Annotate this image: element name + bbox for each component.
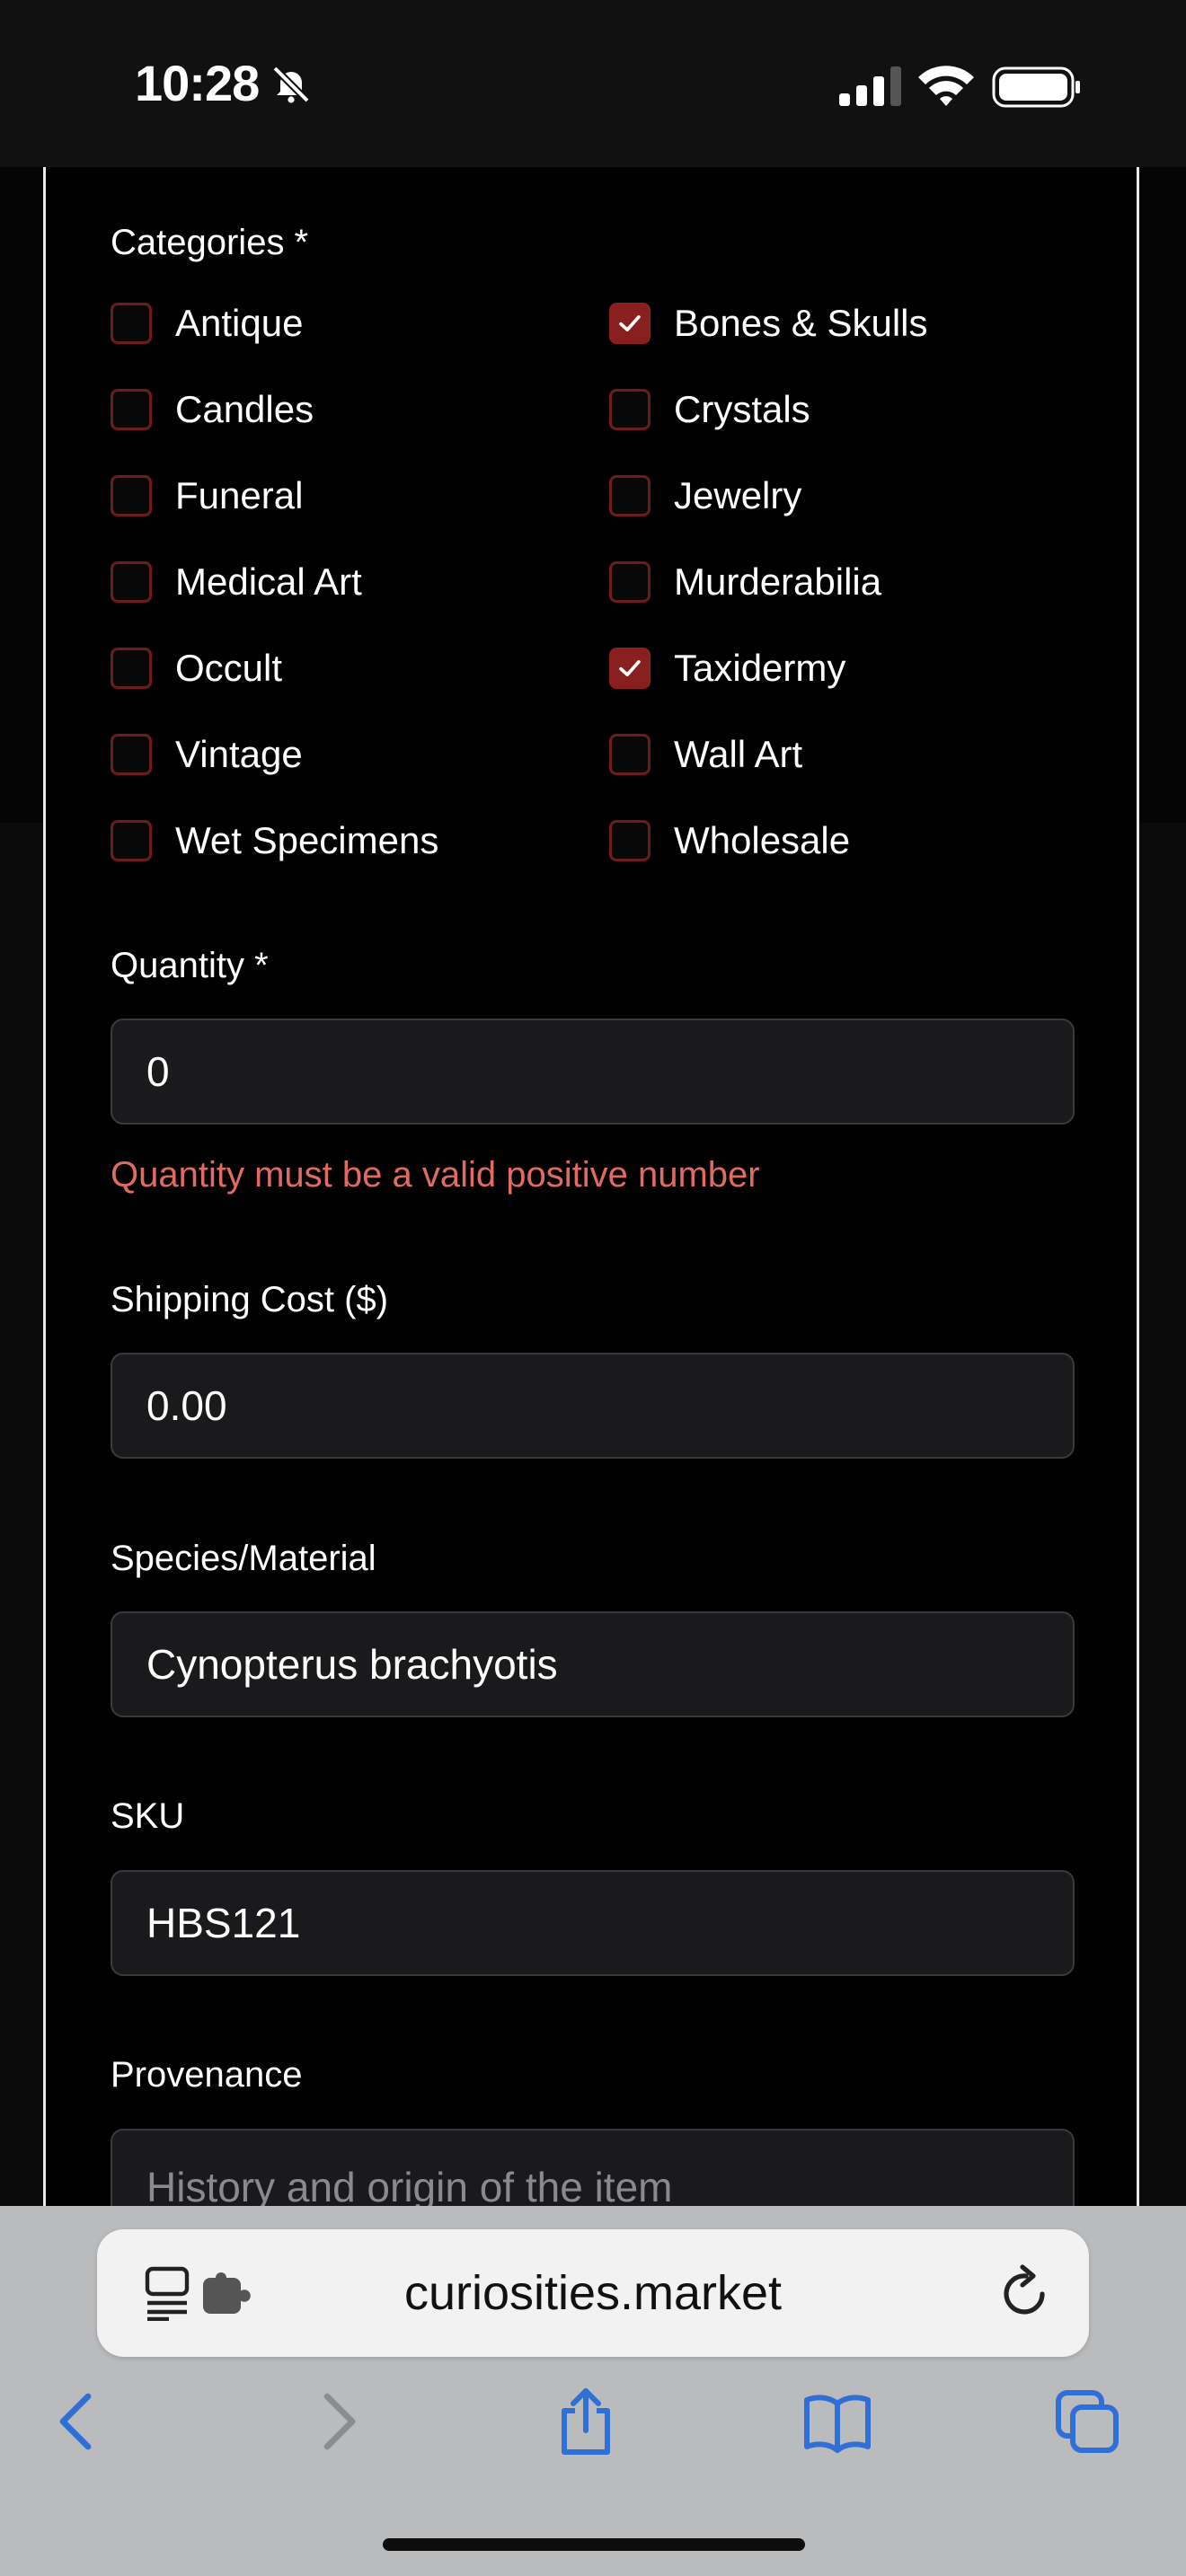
- category-option-wall-art[interactable]: Wall Art: [609, 729, 802, 780]
- checkmark-icon: [619, 660, 641, 676]
- category-option-candles[interactable]: Candles: [111, 384, 314, 435]
- category-option-crystals[interactable]: Crystals: [609, 384, 810, 435]
- wifi-icon: [918, 66, 974, 106]
- provenance-textarea[interactable]: History and origin of the item: [111, 2129, 1075, 2210]
- category-option-occult[interactable]: Occult: [111, 643, 282, 693]
- category-label: Wholesale: [674, 819, 851, 861]
- category-checkbox-taxidermy[interactable]: [609, 648, 651, 689]
- species-material-input[interactable]: Cynopterus brachyotis: [111, 1611, 1075, 1717]
- category-checkbox-wet-specimens[interactable]: [111, 820, 152, 861]
- categories-label: Categories *: [111, 223, 309, 262]
- category-option-vintage[interactable]: Vintage: [111, 729, 303, 780]
- category-label: Wall Art: [674, 733, 803, 775]
- category-checkbox-wall-art[interactable]: [609, 734, 651, 775]
- category-option-wet-specimens[interactable]: Wet Specimens: [111, 816, 438, 866]
- provenance-label: Provenance: [111, 2055, 303, 2095]
- bell-muted-icon: [272, 66, 310, 103]
- species-material-label: Species/Material: [111, 1539, 376, 1578]
- category-checkbox-jewelry[interactable]: [609, 475, 651, 516]
- category-checkbox-bones-skulls[interactable]: [609, 303, 651, 344]
- category-label: Occult: [175, 647, 283, 689]
- back-icon[interactable]: [41, 2386, 113, 2457]
- category-checkbox-vintage[interactable]: [111, 734, 152, 775]
- category-label: Funeral: [175, 474, 304, 516]
- home-indicator: [383, 2538, 805, 2551]
- category-label: Jewelry: [674, 474, 802, 516]
- category-checkbox-wholesale[interactable]: [609, 820, 651, 861]
- category-label: Murderabilia: [674, 560, 882, 603]
- sku-label: SKU: [111, 1796, 185, 1836]
- quantity-error-message: Quantity must be a valid positive number: [111, 1155, 760, 1195]
- category-checkbox-murderabilia[interactable]: [609, 561, 651, 603]
- status-bar: 10:28: [0, 0, 1186, 167]
- category-label: Medical Art: [175, 560, 362, 603]
- category-option-funeral[interactable]: Funeral: [111, 471, 303, 521]
- quantity-value: 0: [146, 1048, 170, 1095]
- shipping-cost-input[interactable]: 0.00: [111, 1353, 1075, 1459]
- category-option-medical-art[interactable]: Medical Art: [111, 557, 362, 607]
- share-icon[interactable]: [550, 2386, 622, 2457]
- category-option-antique[interactable]: Antique: [111, 298, 303, 348]
- shipping-cost-label: Shipping Cost ($): [111, 1280, 389, 1319]
- category-label: Crystals: [674, 388, 810, 430]
- provenance-placeholder: History and origin of the item: [146, 2164, 673, 2210]
- status-time: 10:28: [135, 55, 260, 111]
- species-material-value: Cynopterus brachyotis: [146, 1641, 558, 1688]
- shipping-cost-value: 0.00: [146, 1382, 227, 1429]
- category-label: Wet Specimens: [175, 819, 439, 861]
- cellular-signal-icon: [839, 66, 901, 106]
- category-option-bones-skulls[interactable]: Bones & Skulls: [609, 298, 927, 348]
- category-label: Bones & Skulls: [674, 302, 928, 344]
- category-checkbox-funeral[interactable]: [111, 475, 152, 516]
- tabs-icon[interactable]: [1051, 2386, 1123, 2457]
- battery-icon: [992, 66, 1080, 108]
- forward-icon[interactable]: [302, 2386, 374, 2457]
- sku-input[interactable]: HBS121: [111, 1870, 1075, 1976]
- reload-icon[interactable]: [999, 2263, 1053, 2321]
- quantity-input[interactable]: 0: [111, 1019, 1075, 1125]
- category-checkbox-crystals[interactable]: [609, 389, 651, 430]
- quantity-label: Quantity *: [111, 946, 269, 985]
- category-label: Taxidermy: [674, 647, 846, 689]
- category-checkbox-antique[interactable]: [111, 303, 152, 344]
- checkmark-icon: [619, 315, 641, 331]
- category-option-murderabilia[interactable]: Murderabilia: [609, 557, 881, 607]
- category-checkbox-occult[interactable]: [111, 648, 152, 689]
- category-option-taxidermy[interactable]: Taxidermy: [609, 643, 845, 693]
- category-option-jewelry[interactable]: Jewelry: [609, 471, 801, 521]
- category-label: Antique: [175, 302, 304, 344]
- category-label: Candles: [175, 388, 314, 430]
- category-checkbox-medical-art[interactable]: [111, 561, 152, 603]
- category-checkbox-candles[interactable]: [111, 389, 152, 430]
- category-label: Vintage: [175, 733, 303, 775]
- sku-value: HBS121: [146, 1900, 301, 1946]
- bookmarks-icon[interactable]: [801, 2386, 873, 2457]
- category-option-wholesale[interactable]: Wholesale: [609, 816, 850, 866]
